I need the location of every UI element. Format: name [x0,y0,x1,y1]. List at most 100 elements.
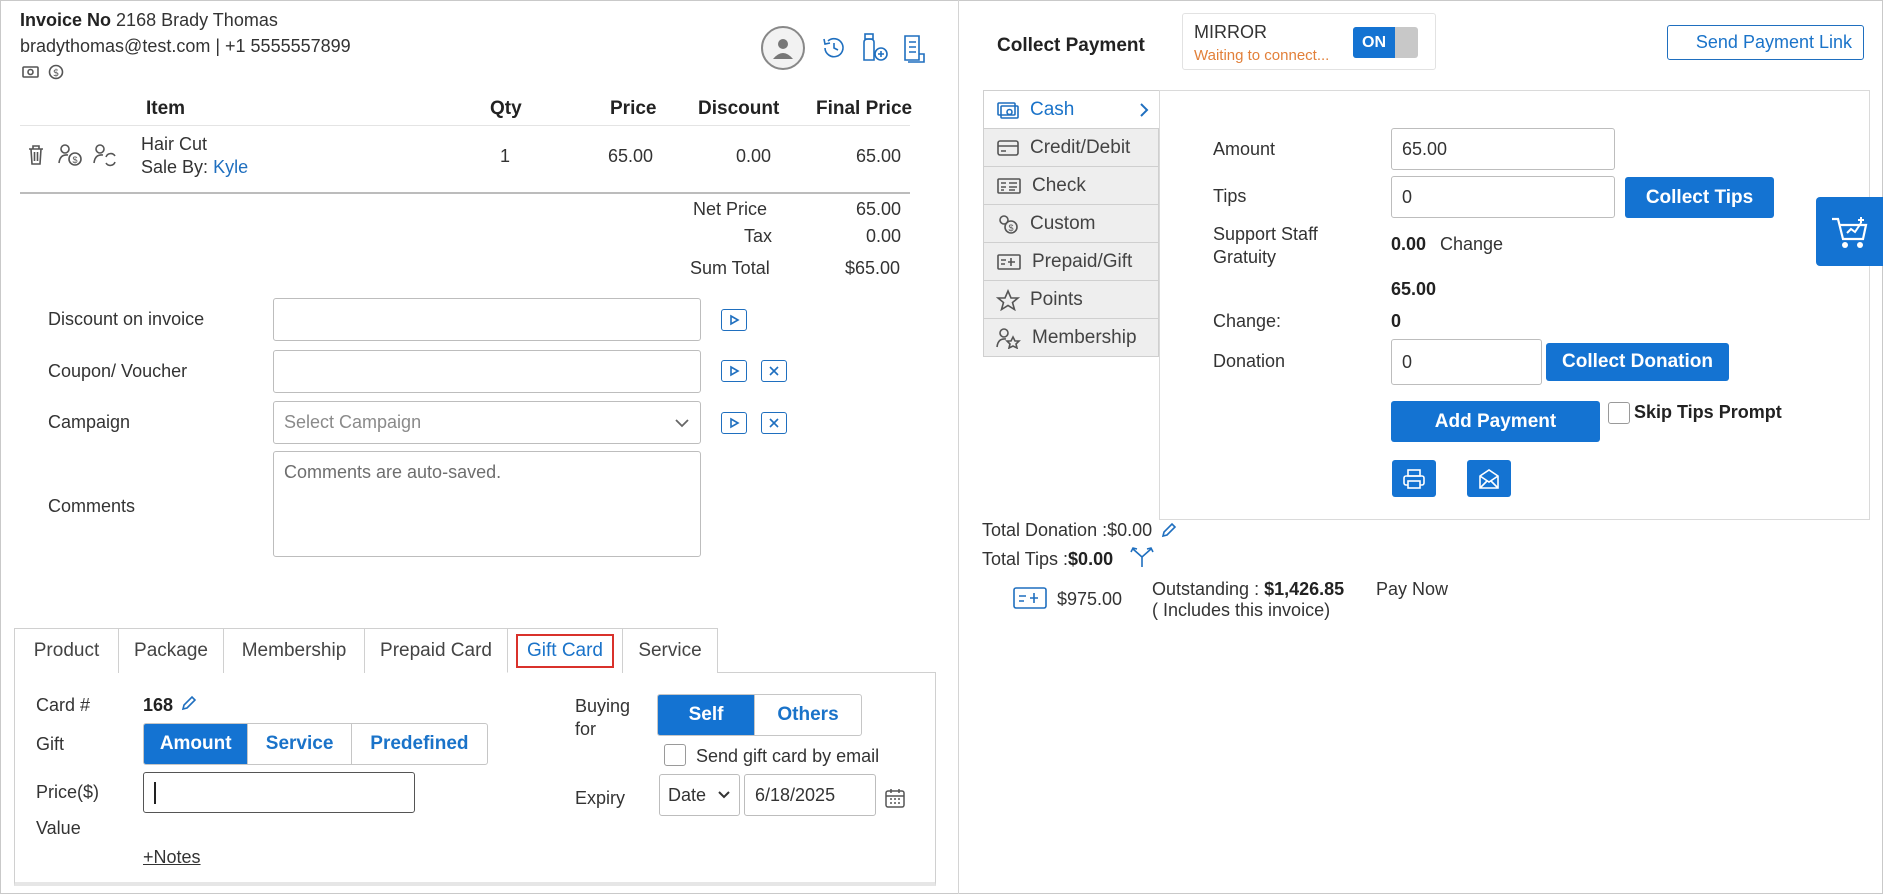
send-payment-link-button[interactable]: Send Payment Link [1667,25,1864,60]
chevron-down-icon [675,418,689,427]
method-credit-debit[interactable]: Credit/Debit [983,129,1159,167]
method-credit-debit-label: Credit/Debit [1030,136,1131,158]
commission-icon[interactable]: $ [58,143,84,167]
method-cash[interactable]: Cash [983,90,1159,129]
outstanding-amount: $1,426.85 [1264,579,1345,599]
discount-input[interactable] [273,298,701,341]
campaign-select[interactable]: Select Campaign [273,401,701,444]
custom-payment-icon: $ [999,214,1018,234]
collect-tips-button[interactable]: Collect Tips [1625,177,1774,218]
cart-side-button[interactable] [1816,197,1883,266]
tab-product[interactable]: Product [14,628,119,673]
value-label: Value [36,818,81,838]
apply-campaign-button[interactable] [721,412,747,434]
cash-icon [997,101,1019,119]
comments-textarea[interactable]: Comments are auto-saved. [273,451,701,557]
mirror-toggle[interactable]: ON [1353,27,1418,58]
calendar-icon[interactable] [884,787,906,809]
method-membership-label: Membership [1032,326,1137,348]
col-discount: Discount [698,98,780,119]
coupon-input[interactable] [273,350,701,393]
edit-pencil-icon[interactable] [180,694,198,712]
envelope-icon [1479,468,1499,489]
method-custom[interactable]: $ Custom [983,205,1159,243]
play-icon [730,417,740,429]
tab-prepaid-card[interactable]: Prepaid Card [364,628,508,673]
send-email-checkbox[interactable] [664,744,686,766]
skip-tips-label: Skip Tips Prompt [1634,402,1782,422]
method-membership[interactable]: Membership [983,319,1159,357]
total-tips-row: Total Tips :$0.00 [982,549,1113,570]
notes-link[interactable]: +Notes [143,847,201,868]
split-tips-icon[interactable] [1128,545,1156,569]
pay-now-link[interactable]: Pay Now [1376,579,1448,600]
payment-subtotal: 65.00 [1391,279,1437,299]
clear-campaign-button[interactable] [761,412,787,434]
buying-others-option[interactable]: Others [755,695,861,735]
tips-input[interactable]: 0 [1391,176,1615,218]
price-input[interactable] [143,772,415,813]
gift-amount-option[interactable]: Amount [144,724,249,764]
collect-donation-button[interactable]: Collect Donation [1546,343,1729,381]
change-staff-icon[interactable] [92,143,118,167]
tab-gift-card[interactable]: Gift Card [507,628,623,673]
clear-coupon-button[interactable] [761,360,787,382]
tax-label: Tax [744,226,773,246]
apply-coupon-button[interactable] [721,360,747,382]
total-tips-value: $0.00 [1068,549,1114,569]
amount-input[interactable]: 65.00 [1391,128,1615,170]
add-payment-button[interactable]: Add Payment [1391,401,1600,442]
edit-pencil-icon[interactable] [1160,521,1178,539]
support-gratuity-value: 0.00 [1391,234,1427,254]
gift-predefined-option[interactable]: Predefined [352,724,487,764]
staff-link[interactable]: Kyle [213,157,248,177]
apply-discount-button[interactable] [721,309,747,331]
skip-tips-checkbox[interactable] [1608,402,1630,424]
gift-label: Gift [36,734,65,754]
change-value: 0 [1391,311,1402,331]
buying-self-option[interactable]: Self [658,695,756,735]
sale-by-label: Sale By: [141,157,209,177]
expiry-date-input[interactable]: 6/18/2025 [744,774,876,816]
avatar[interactable] [761,26,805,70]
trash-icon[interactable] [26,144,46,166]
expiry-type-value: Date [668,784,707,805]
panel-divider [958,0,959,894]
method-cash-label: Cash [1030,98,1075,120]
donation-input[interactable]: 0 [1391,339,1542,385]
item-final: 65.00 [856,146,902,166]
gift-service-option[interactable]: Service [248,724,352,764]
support-gratuity-label: Support Staff Gratuity [1213,224,1318,267]
email-receipt-button[interactable] [1467,460,1511,497]
svg-text:$: $ [1008,223,1013,233]
donation-value: 0 [1402,351,1413,372]
method-check[interactable]: Check [983,167,1159,205]
send-email-label: Send gift card by email [696,746,880,766]
tips-value: 0 [1402,186,1413,207]
tab-package[interactable]: Package [118,628,224,673]
history-icon[interactable] [820,34,848,62]
outstanding-row: Outstanding : $1,426.85 [1152,579,1344,600]
user-icon [773,39,793,59]
card-number: 168 [143,695,174,715]
receipt-icon[interactable] [900,34,928,64]
gift-card-icon [997,253,1021,270]
print-button[interactable] [1392,460,1436,497]
gift-type-segment: Amount Service Predefined [143,723,488,765]
dollar-circle-icon: $ [48,64,64,80]
chevron-right-icon [1140,102,1149,117]
header-divider [20,125,910,126]
col-qty: Qty [490,98,522,119]
printer-icon [1403,468,1425,489]
tab-service[interactable]: Service [622,628,718,673]
method-points[interactable]: Points [983,281,1159,319]
expiry-type-select[interactable]: Date [659,774,740,816]
tab-membership[interactable]: Membership [223,628,365,673]
product-add-icon[interactable] [860,32,890,64]
invoice-header: Invoice No 2168 Brady Thomas [20,10,278,31]
tips-label: Tips [1213,186,1247,206]
change-gratuity-link[interactable]: Change [1440,234,1503,255]
method-prepaid-gift[interactable]: Prepaid/Gift [983,243,1159,281]
close-icon [769,418,779,428]
play-icon [730,314,740,326]
